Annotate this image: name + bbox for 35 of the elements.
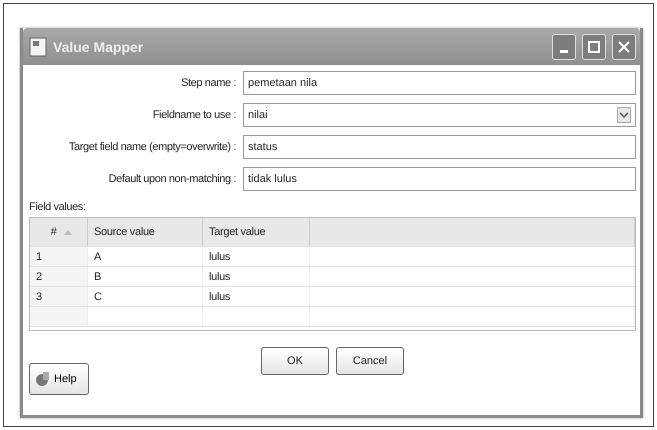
close-icon <box>618 40 630 52</box>
column-header[interactable]: Target value <box>203 218 310 246</box>
input-field[interactable]: pemetaan nila <box>243 71 636 95</box>
input-field[interactable]: tidak lulus <box>243 167 636 191</box>
table-cell: A <box>88 247 203 266</box>
field-label: Step name : <box>180 77 236 89</box>
table-cell: B <box>88 267 203 286</box>
input-field[interactable]: status <box>243 135 636 159</box>
table-cell: 2 <box>30 267 88 286</box>
minimize-icon <box>560 50 568 53</box>
ok-button[interactable]: OK <box>261 347 329 375</box>
table-cell: 1 <box>30 247 88 266</box>
column-header[interactable]: Source value <box>88 218 203 246</box>
help-button[interactable]: Help <box>29 363 89 395</box>
dropdown-field[interactable]: nilai <box>243 103 636 127</box>
maximize-button[interactable] <box>582 34 606 60</box>
table-cell: 3 <box>30 287 88 306</box>
cancel-button[interactable]: Cancel <box>336 347 404 375</box>
table-cell: lulus <box>203 247 310 266</box>
close-button[interactable] <box>612 34 636 60</box>
column-header[interactable]: # <box>30 218 88 246</box>
section-label: Field values: <box>29 201 87 213</box>
table-cell: lulus <box>203 287 310 306</box>
field-label: Target field name (empty=overwrite) : <box>68 141 236 153</box>
minimize-button[interactable] <box>552 34 576 60</box>
document-icon <box>29 36 47 56</box>
help-icon <box>34 370 52 388</box>
table-cell: C <box>88 287 203 306</box>
field-label: Default upon non-matching : <box>108 173 236 185</box>
chevron-down-icon <box>617 107 631 123</box>
sort-up-icon <box>64 230 72 234</box>
window-title: Value Mapper <box>53 38 144 54</box>
table-cell: lulus <box>203 267 310 286</box>
field-label: Fieldname to use : <box>152 109 236 121</box>
maximize-icon <box>588 40 600 52</box>
